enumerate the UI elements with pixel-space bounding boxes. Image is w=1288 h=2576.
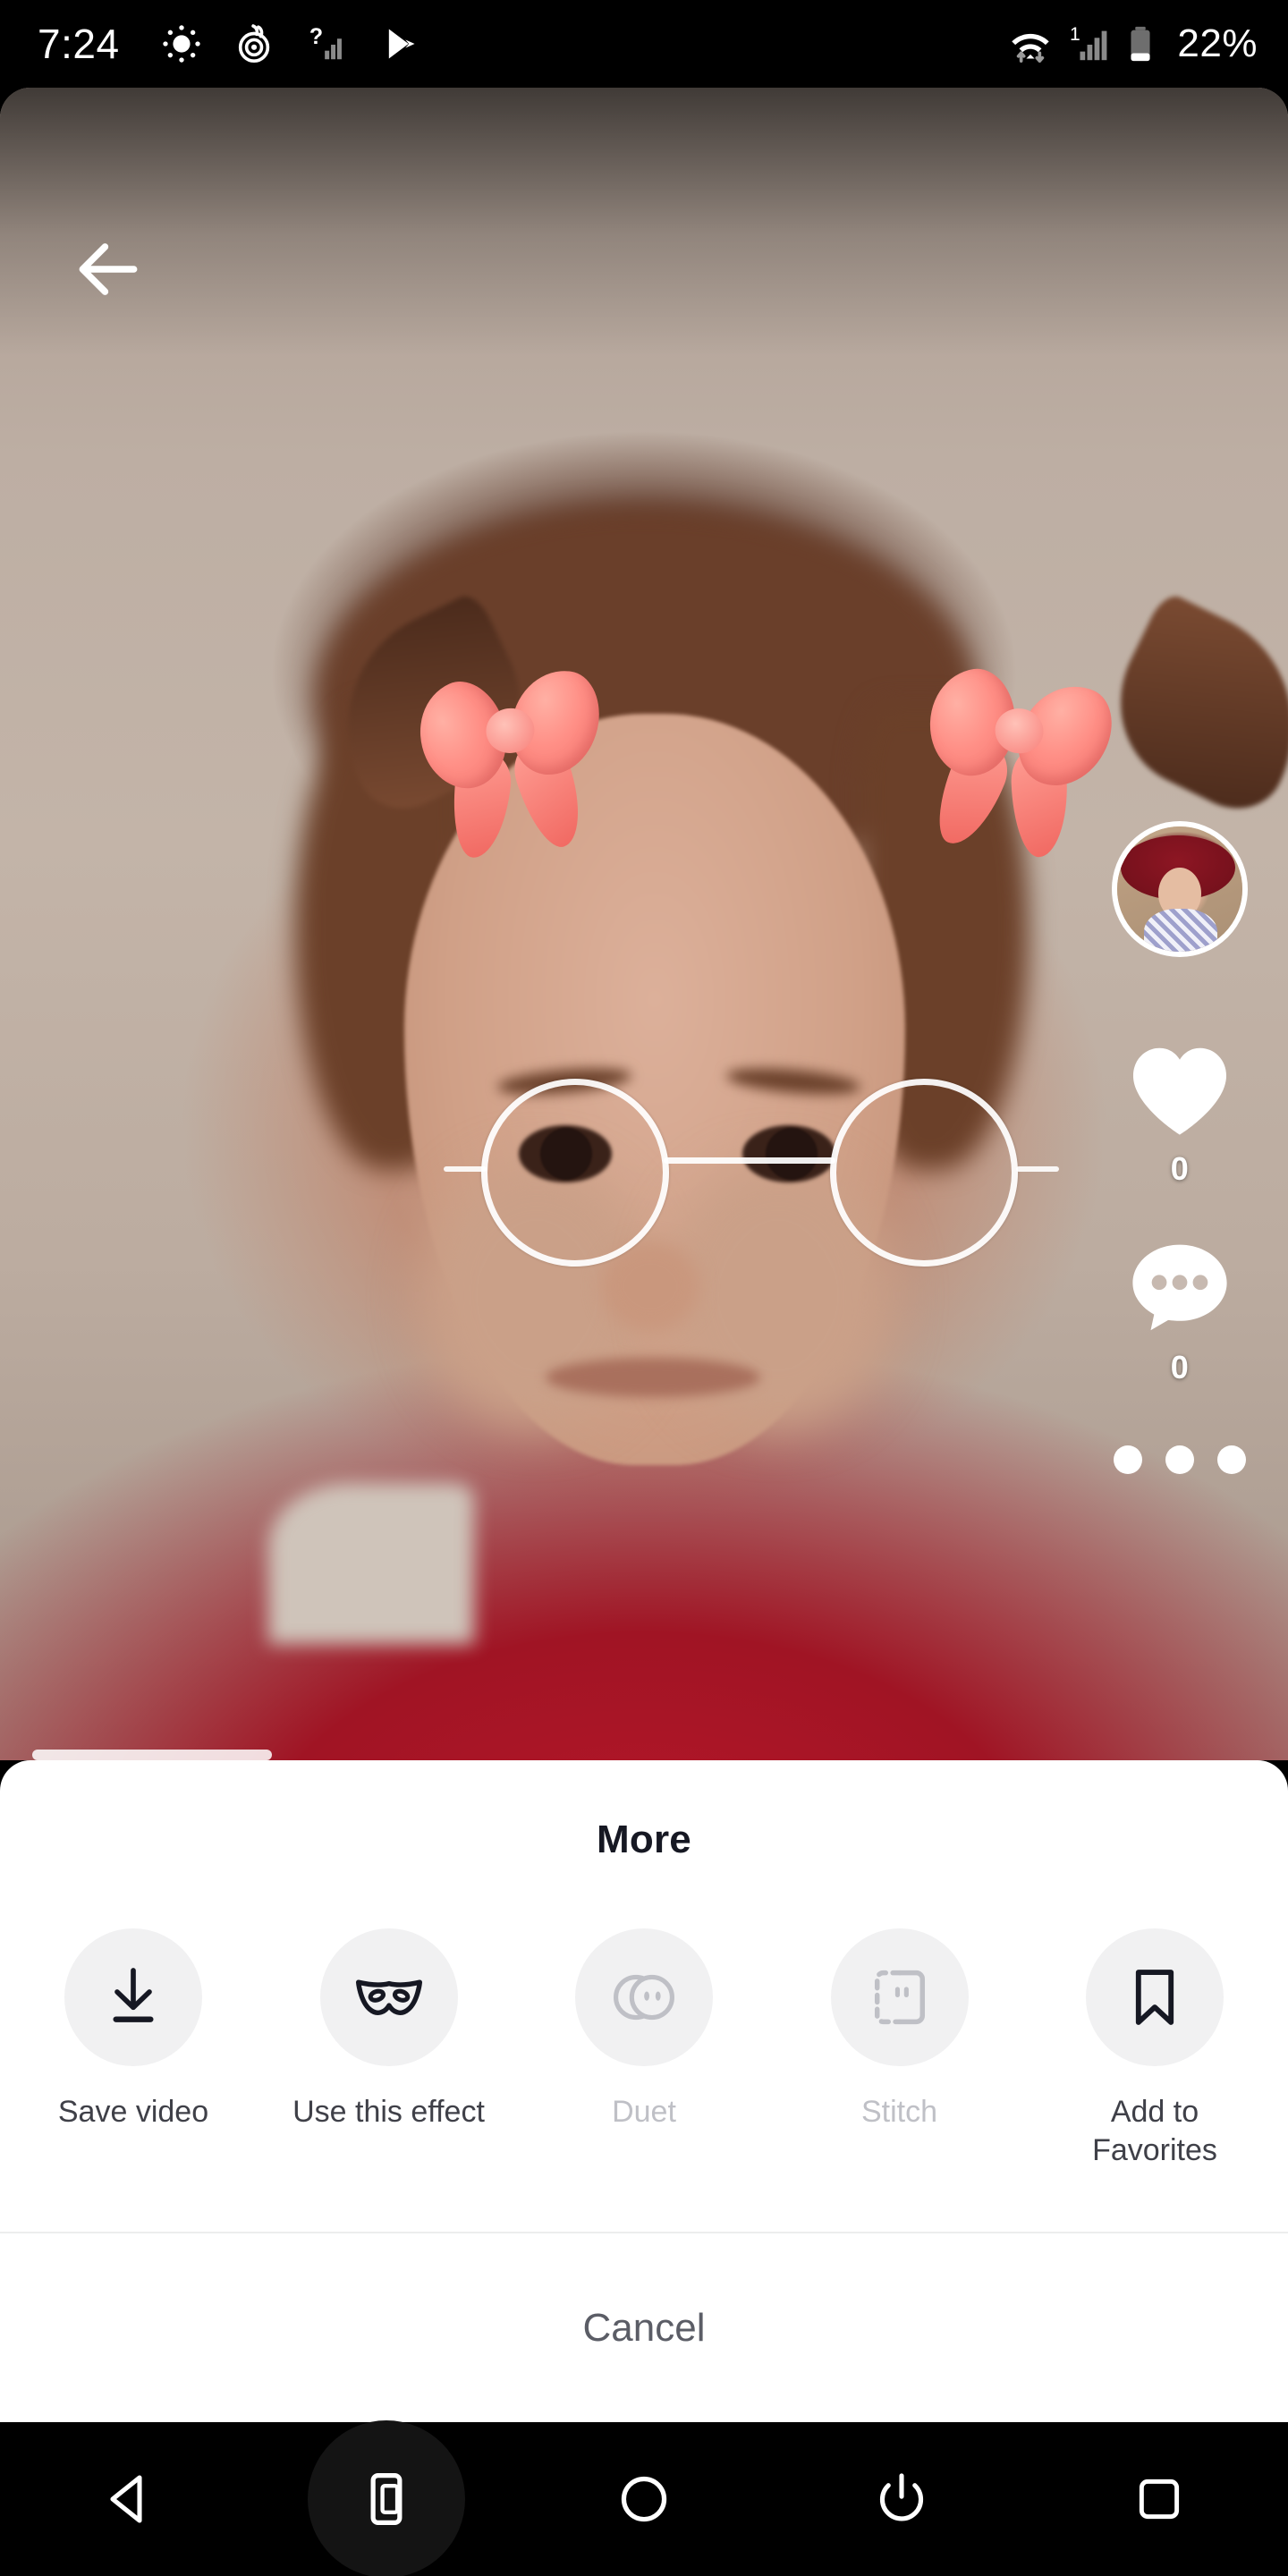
sheet-title: More <box>597 1818 691 1861</box>
action-add-to-favorites[interactable]: Add to Favorites <box>1052 1928 1258 2169</box>
three-dots-icon-dot-3 <box>1217 1445 1246 1474</box>
no-sim-signal-icon: ? <box>309 24 342 60</box>
svg-text:?: ? <box>309 24 322 49</box>
comment-bubble-icon <box>1132 1244 1227 1331</box>
add-to-favorites-icon-circle <box>1086 1928 1224 2066</box>
mouth-shape <box>546 1358 760 1397</box>
nav-home-button[interactable] <box>567 2422 721 2576</box>
circle-home-icon <box>621 2476 667 2522</box>
use-effect-icon-circle <box>319 1928 458 2066</box>
avatar-image <box>1117 826 1242 952</box>
status-time: 7:24 <box>38 21 120 67</box>
action-save-video[interactable]: Save video <box>30 1928 236 2169</box>
three-dots-icon-dot-1 <box>1114 1445 1142 1474</box>
action-use-this-effect[interactable]: Use this effect <box>286 1928 492 2169</box>
phone-screen: 7:24 ? 1 22% 0 0 More Save video Use thi… <box>0 0 1288 2576</box>
bookmark-icon <box>1135 1970 1174 2025</box>
pink-bow-right <box>920 656 1126 859</box>
download-icon <box>113 1968 154 2022</box>
share-button[interactable] <box>1097 1445 1263 1474</box>
nav-power-button[interactable] <box>825 2422 979 2576</box>
nav-back-button[interactable] <box>52 2422 206 2576</box>
video-progress-bar[interactable] <box>32 1750 272 1760</box>
android-nav-bar <box>0 2422 1288 2576</box>
power-icon <box>879 2473 924 2521</box>
comment-count: 0 <box>1170 1349 1190 1385</box>
avatar-body-shape <box>1144 909 1217 952</box>
action-stitch[interactable]: Stitch <box>797 1928 1003 2169</box>
save-video-icon-circle <box>64 1928 202 2066</box>
three-dots-icon-dot-2 <box>1165 1445 1194 1474</box>
duet-icon-circle <box>575 1928 713 2066</box>
action-rail: 0 0 <box>1097 821 1263 1474</box>
back-button[interactable] <box>70 231 147 312</box>
stitch-icon-circle <box>830 1928 969 2066</box>
glasses-bridge <box>664 1157 835 1164</box>
pigtail-right <box>1089 589 1288 826</box>
avatar-button[interactable] <box>1097 821 1263 957</box>
triangle-back-icon <box>110 2475 142 2523</box>
glasses-lens-left <box>481 1079 669 1267</box>
duet-icon <box>614 1974 674 2021</box>
top-gradient-overlay <box>0 88 1288 356</box>
more-bottom-sheet: More Save video Use this effect Duet Sti… <box>0 1760 1288 2422</box>
video-player[interactable]: 0 0 <box>0 88 1288 1760</box>
nav-screenshot-button[interactable] <box>309 2422 463 2576</box>
comment-button[interactable]: 0 <box>1097 1238 1263 1386</box>
action-duet[interactable]: Duet <box>541 1928 747 2169</box>
swirl-icon <box>238 24 269 63</box>
status-left-icon-group: ? <box>161 23 422 64</box>
battery-percent-label: 22% <box>1177 21 1258 65</box>
nav-recents-button[interactable] <box>1082 2422 1236 2576</box>
action-label-use-this-effect: Use this effect <box>292 2095 485 2129</box>
like-count: 0 <box>1170 1150 1190 1187</box>
pink-bow-left <box>402 656 608 861</box>
back-arrow-icon <box>79 243 138 295</box>
battery-icon <box>1131 26 1150 62</box>
action-label-duet: Duet <box>612 2095 676 2129</box>
cancel-button[interactable]: Cancel <box>0 2233 1288 2422</box>
avatar <box>1112 821 1248 957</box>
pupil-right <box>766 1128 818 1180</box>
status-bar: 7:24 ? 1 22% <box>0 0 1288 88</box>
background-wall-patch <box>268 1483 474 1644</box>
action-label-save-video: Save video <box>57 2095 209 2129</box>
device-screenshot-icon <box>370 2472 402 2526</box>
mask-icon <box>355 1979 422 2015</box>
brightness-icon <box>162 25 200 63</box>
like-button[interactable]: 0 <box>1097 1043 1263 1188</box>
svg-text:1: 1 <box>1070 24 1080 45</box>
cellular-signal-icon: 1 <box>1070 24 1107 61</box>
play-store-icon <box>386 24 415 64</box>
action-label-stitch: Stitch <box>860 2095 938 2129</box>
stitch-icon <box>874 1970 925 2025</box>
wifi-icon <box>1012 33 1050 63</box>
heart-icon <box>1132 1047 1227 1135</box>
glasses-lens-right <box>830 1079 1018 1267</box>
sheet-actions-row: Save video Use this effect Duet Stitch A… <box>0 1928 1288 2169</box>
action-label-add-to-favorites: Add to Favorites <box>1092 2095 1217 2167</box>
status-right-icon-group: 1 22% <box>1005 21 1258 66</box>
square-recents-icon <box>1139 2479 1180 2520</box>
glasses-temple-left <box>444 1166 487 1172</box>
glasses-temple-right <box>1016 1166 1059 1172</box>
